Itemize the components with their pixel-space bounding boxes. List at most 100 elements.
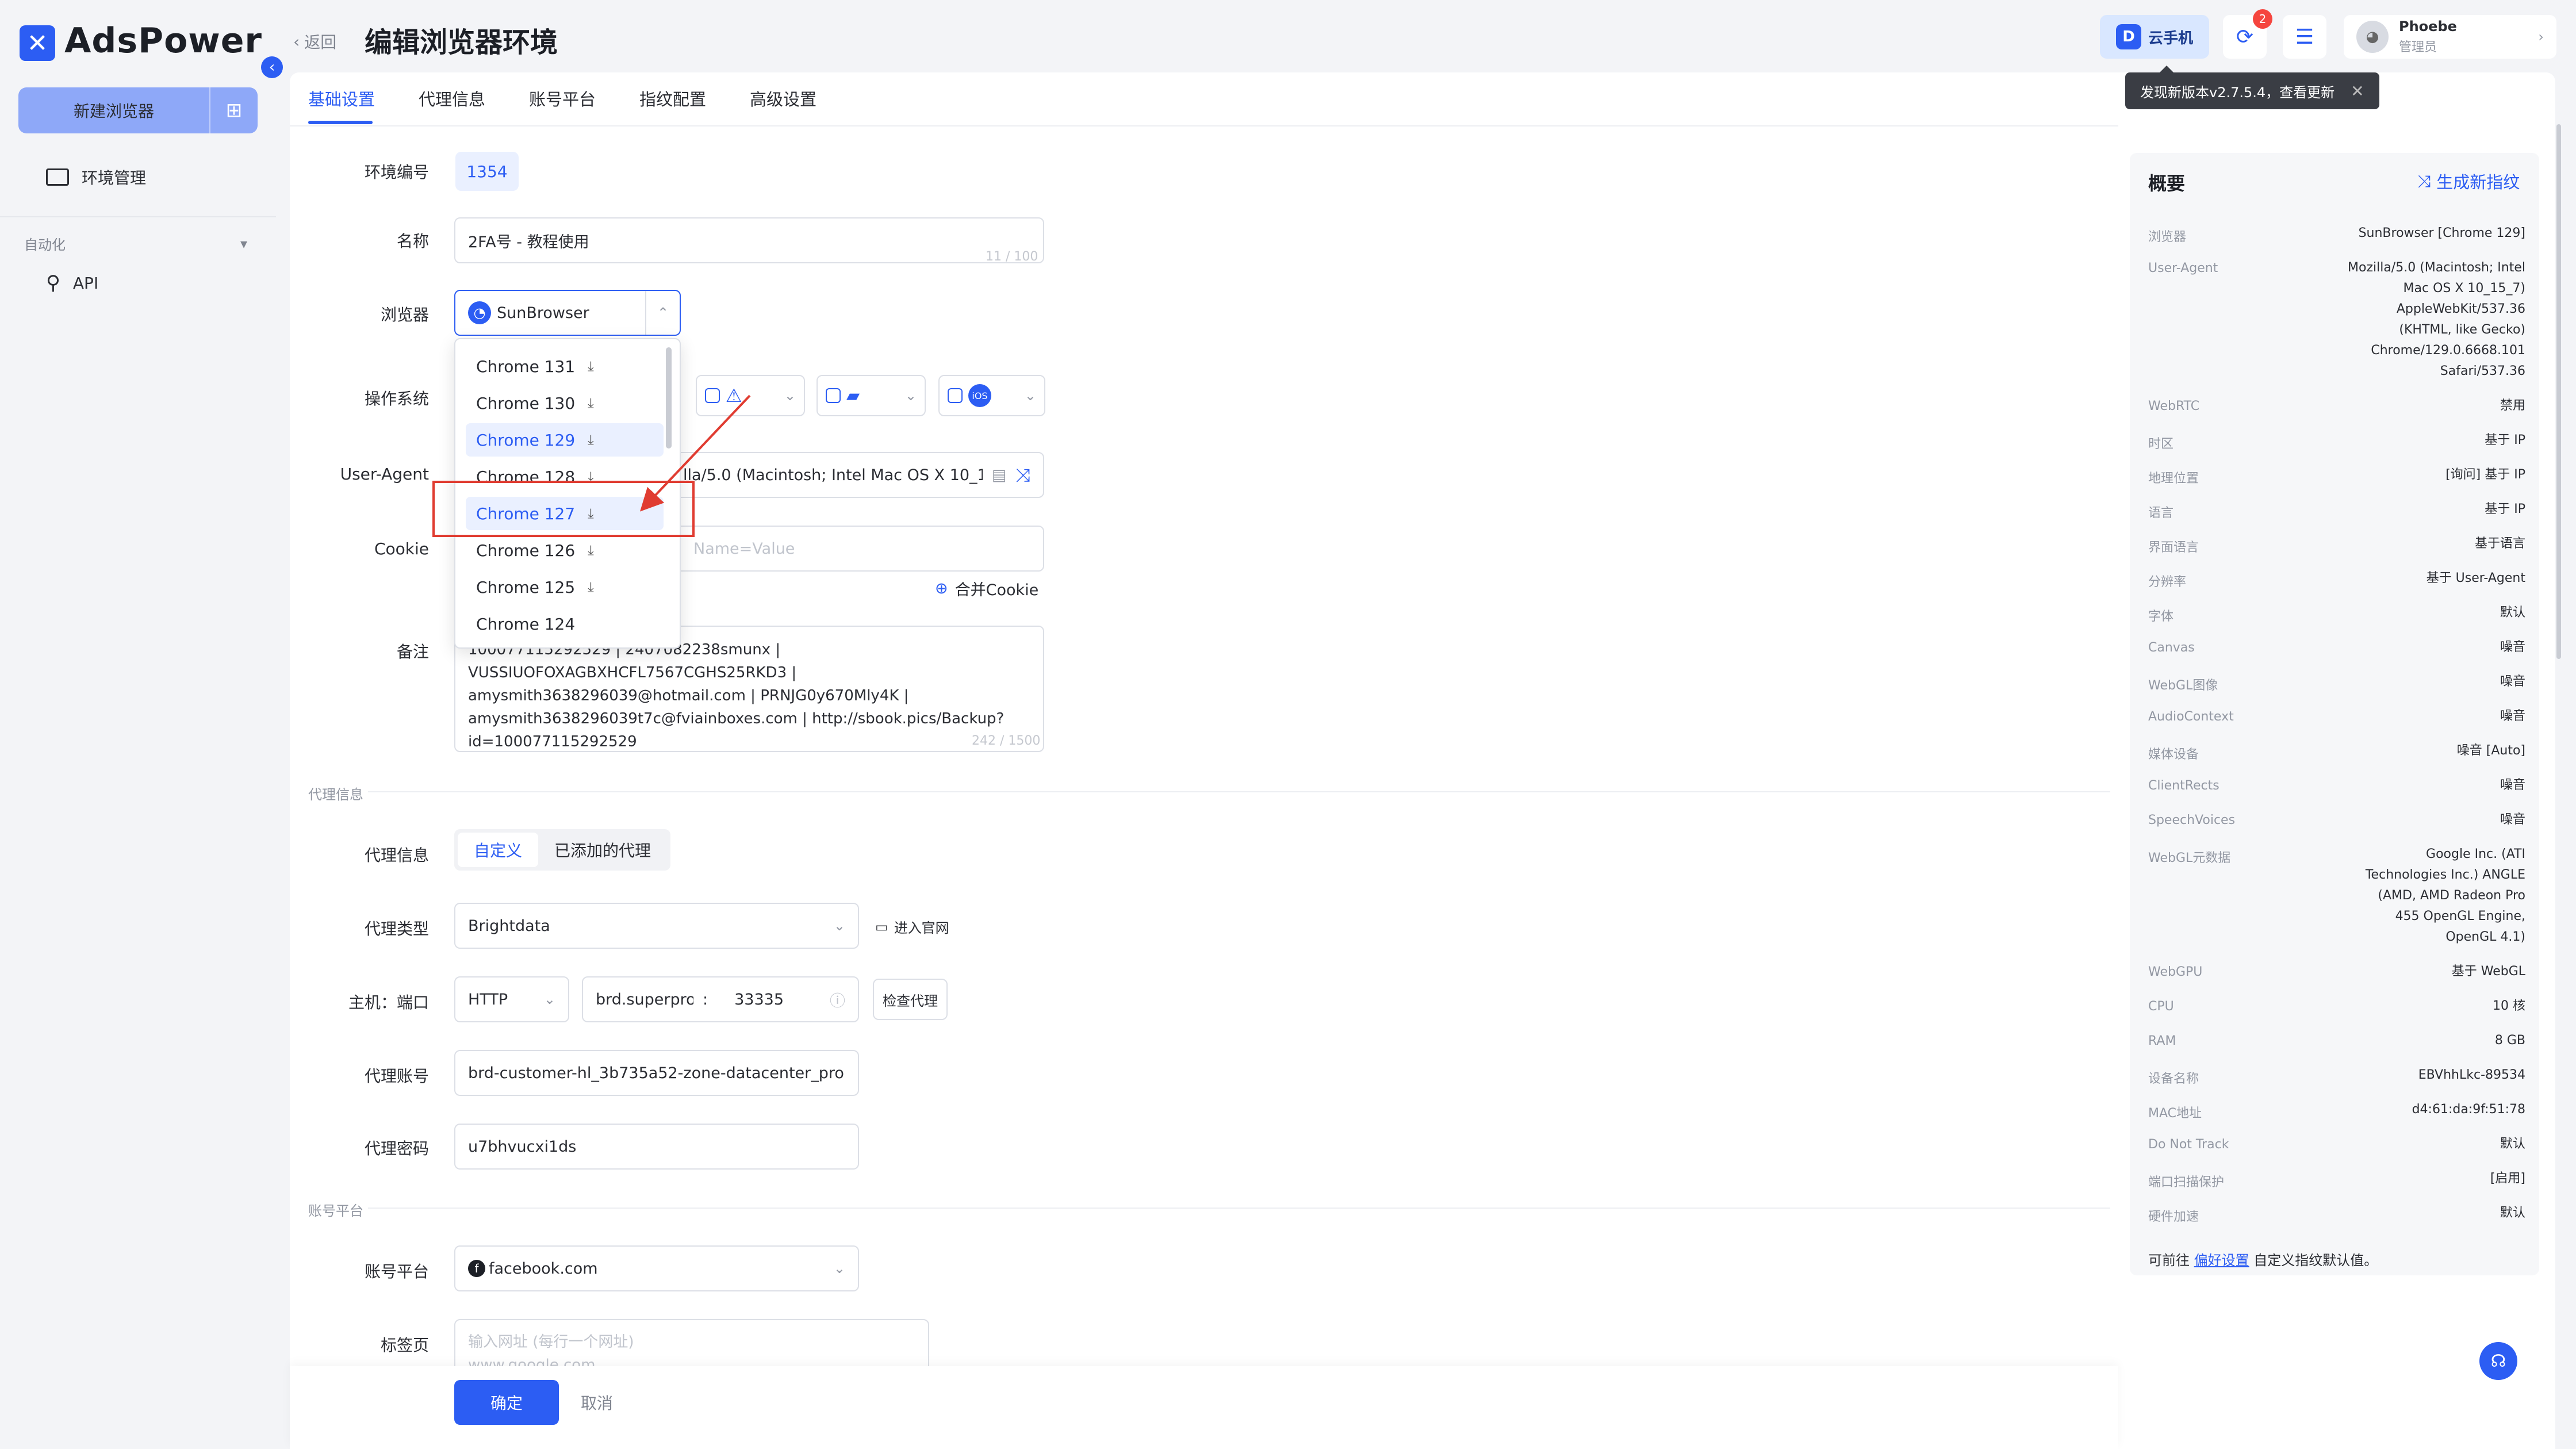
summary-key: 分辨率 xyxy=(2148,575,2187,589)
download-icon[interactable]: ⤓ xyxy=(588,542,594,558)
facebook-icon: f xyxy=(468,1260,485,1277)
back-label: 返回 xyxy=(304,33,337,52)
summary-value: 禁用 xyxy=(2500,398,2525,413)
name-input[interactable]: 2FA号 - 教程使用 xyxy=(454,217,1044,263)
sidebar xyxy=(0,0,276,1449)
option-label: Chrome 129 xyxy=(476,430,576,450)
platform-select[interactable]: f facebook.com ⌄ xyxy=(454,1245,859,1291)
avatar: ◕ xyxy=(2356,21,2389,53)
confirm-button[interactable]: 确定 xyxy=(454,1380,559,1425)
dropdown-option[interactable]: Chrome 125 ⤓ xyxy=(466,570,664,604)
tab-proxy[interactable]: 代理信息 xyxy=(419,86,485,110)
back-link[interactable]: ‹ 返回 xyxy=(293,30,336,53)
sidebar-section-automation[interactable]: 自动化 ▾ xyxy=(24,233,247,254)
protocol-select[interactable]: HTTP ⌄ xyxy=(454,976,569,1022)
support-chat-icon[interactable]: ☊ xyxy=(2479,1342,2517,1380)
checkbox[interactable] xyxy=(826,388,841,403)
tab-basic[interactable]: 基础设置 xyxy=(308,86,375,110)
summary-value: Mozilla/5.0 (Macintosh; Intel xyxy=(2348,260,2525,275)
proxy-password-input[interactable]: u7bhvucxi1ds xyxy=(454,1124,859,1170)
os-option-ios[interactable]: iOS ⌄ xyxy=(938,375,1045,416)
sidebar-item-label: 环境管理 xyxy=(82,168,147,187)
summary-value: 默认 xyxy=(2500,605,2525,620)
enter-site-link[interactable]: ▭ 进入官网 xyxy=(875,917,949,937)
summary-value: [启用] xyxy=(2490,1171,2525,1186)
summary-key: CPU xyxy=(2148,999,2174,1014)
remark-line: id=100077115292529 xyxy=(468,733,637,750)
update-tooltip[interactable]: 发现新版本v2.7.5.4，查看更新 ✕ xyxy=(2125,66,2379,109)
port-value[interactable]: 33335 xyxy=(734,991,784,1009)
summary-value: SunBrowser [Chrome 129] xyxy=(2358,226,2525,240)
page-scrollbar[interactable] xyxy=(2556,124,2561,659)
remark-line: amysmith3638296039t7c@fviainboxes.com | … xyxy=(468,710,1005,727)
seg-custom[interactable]: 自定义 xyxy=(458,833,539,867)
summary-value: 基于语言 xyxy=(2474,536,2525,551)
name-counter: 11 / 100 xyxy=(986,250,1038,264)
tab-platform[interactable]: 账号平台 xyxy=(529,86,596,110)
os-label: 操作系统 xyxy=(364,389,429,408)
option-label: Chrome 130 xyxy=(476,393,576,413)
section-label: 自动化 xyxy=(24,237,66,253)
preferences-link[interactable]: 偏好设置 xyxy=(2194,1252,2249,1268)
add-batch-icon[interactable]: ⊞ xyxy=(210,99,258,122)
proxy-password-label: 代理密码 xyxy=(364,1139,429,1158)
host-value[interactable]: brd.superpro xyxy=(596,991,693,1009)
summary-value: 基于 User-Agent xyxy=(2426,571,2525,585)
sidebar-item-env-mgmt[interactable]: 环境管理 xyxy=(46,166,146,189)
tab-fingerprint[interactable]: 指纹配置 xyxy=(639,86,706,110)
task-list-icon[interactable]: ☰ xyxy=(2283,15,2326,59)
chevron-down-icon: ⌄ xyxy=(904,388,917,404)
summary-value: Google Inc. (ATI xyxy=(2426,847,2525,861)
cancel-button[interactable]: 取消 xyxy=(581,1380,613,1425)
env-id-label: 环境编号 xyxy=(364,163,429,182)
dropdown-option[interactable]: Chrome 126 ⤓ xyxy=(466,534,664,567)
sidebar-item-api[interactable]: ⚲ API xyxy=(46,271,98,294)
summary-value: 噪音 xyxy=(2500,674,2525,689)
generate-fingerprint-button[interactable]: ⤨ 生成新指纹 xyxy=(2417,169,2520,193)
dropdown-option[interactable]: Chrome 124 xyxy=(466,607,664,641)
collapse-sidebar-icon[interactable]: ‹ xyxy=(261,56,283,78)
platform-label: 账号平台 xyxy=(364,1262,429,1281)
shuffle-icon[interactable]: ⤨ xyxy=(1015,464,1030,486)
browser-select[interactable]: ◔ SunBrowser ⌃ xyxy=(454,290,681,336)
user-role: 管理员 xyxy=(2399,40,2437,55)
document-icon[interactable]: ▤ xyxy=(992,466,1007,484)
cloud-phone-button[interactable]: D 云手机 xyxy=(2100,15,2209,59)
option-label: Chrome 125 xyxy=(476,577,576,597)
footer-bar xyxy=(290,1366,2118,1449)
user-menu[interactable]: ◕ Phoebe 管理员 › xyxy=(2344,15,2556,59)
proxy-type-select[interactable]: Brightdata ⌄ xyxy=(454,903,859,949)
summary-value: 10 核 xyxy=(2493,999,2525,1013)
checkbox[interactable] xyxy=(948,388,963,403)
summary-value: d4:61:da:9f:51:78 xyxy=(2412,1102,2525,1117)
chevron-down-icon: ⌄ xyxy=(1024,388,1036,404)
page-title: 编辑浏览器环境 xyxy=(365,26,558,59)
new-browser-button[interactable]: 新建浏览器 ⊞ xyxy=(18,87,258,133)
generate-label: 生成新指纹 xyxy=(2436,172,2520,192)
download-icon[interactable]: ⤓ xyxy=(588,358,594,374)
os-option-android[interactable]: ▰ ⌄ xyxy=(816,375,926,416)
dropdown-option[interactable]: Chrome 131 ⤓ xyxy=(466,350,664,383)
close-icon[interactable]: ✕ xyxy=(2351,82,2364,101)
plus-circle-icon: ⊕ xyxy=(935,580,948,597)
summary-key: 设备名称 xyxy=(2148,1072,2199,1086)
option-label: Chrome 126 xyxy=(476,540,576,560)
download-icon[interactable]: ⤓ xyxy=(588,579,594,595)
tabs-label: 标签页 xyxy=(380,1336,429,1355)
chevron-down-icon: ▾ xyxy=(240,235,247,252)
merge-cookie-button[interactable]: ⊕ 合并Cookie xyxy=(935,577,1038,600)
summary-title: 概要 xyxy=(2148,172,2186,194)
host-port-input[interactable]: brd.superpro : 33335 ⓘ xyxy=(582,976,859,1022)
summary-key: Canvas xyxy=(2148,641,2195,655)
check-proxy-button[interactable]: 检查代理 xyxy=(873,979,948,1020)
download-icon[interactable]: ⤓ xyxy=(588,432,594,448)
tab-advanced[interactable]: 高级设置 xyxy=(750,86,816,110)
active-tab-indicator xyxy=(308,121,373,124)
download-icon[interactable]: ⤓ xyxy=(588,395,594,411)
summary-value: 默认 xyxy=(2500,1206,2525,1220)
proxy-mode-segment: 自定义 已添加的代理 xyxy=(454,829,671,871)
summary-value: 默认 xyxy=(2500,1137,2525,1151)
seg-added[interactable]: 已添加的代理 xyxy=(538,833,667,867)
proxy-account-input[interactable]: brd-customer-hl_3b735a52-zone-datacenter… xyxy=(454,1050,859,1096)
colon: : xyxy=(703,990,708,1009)
